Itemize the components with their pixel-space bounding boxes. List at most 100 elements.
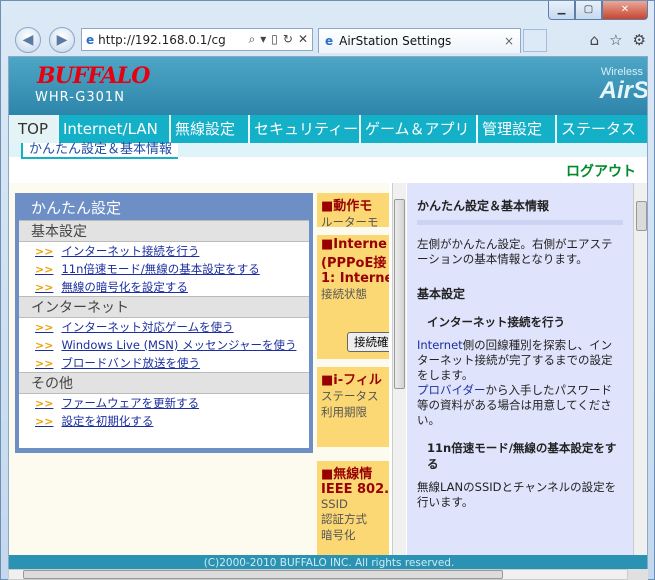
stop-icon[interactable]: ✕ [298, 32, 308, 47]
scroll-thumb[interactable] [636, 201, 647, 231]
ifilter-status: ステータス [321, 389, 379, 403]
status-column: ■動作モ ルーターモ ■Interne (PPPoE接 1: Interne 接… [317, 193, 389, 453]
link-game[interactable]: >> インターネット対応ゲームを使う [19, 318, 309, 336]
wireless-title: ■無線情 [321, 467, 373, 482]
section-internet: インターネット [19, 296, 309, 318]
refresh-icon[interactable]: ↻ [283, 32, 293, 47]
auth-label: 認証方式 [321, 512, 367, 526]
link-label: インターネット対応ゲームを使う [61, 320, 234, 334]
main-menu: TOP Internet/LAN 無線設定 セキュリティー ゲーム＆アプリ 管理… [9, 115, 647, 143]
ie-icon: e [86, 32, 95, 47]
menu-status[interactable]: ステータス [557, 115, 647, 143]
tab-title: AirStation Settings [339, 34, 452, 48]
ifilter-expiry: 利用期限 [321, 405, 367, 419]
link-firmware[interactable]: >> ファームウェアを更新する [19, 394, 309, 412]
minimize-button[interactable]: ▁ [548, 1, 575, 20]
favorites-icon[interactable]: ☆ [609, 31, 622, 49]
address-bar[interactable]: e http://192.168.0.1/cg ⌕ ▾ ▯ ↻ ✕ [81, 28, 313, 51]
link-label: インターネット接続を行う [61, 244, 200, 258]
submenu-easy-setup[interactable]: かんたん設定＆基本情報 [21, 143, 179, 159]
link-11n-mode[interactable]: >> 11n倍速モード/無線の基本設定をする [19, 260, 309, 278]
link-label: ファームウェアを更新する [61, 396, 200, 410]
info-intro: 左側がかんたん設定。右側がエアステーションの基本情報となります。 [417, 237, 613, 266]
menu-security[interactable]: セキュリティー [250, 115, 361, 143]
left-scrollbar[interactable] [392, 183, 406, 555]
page-viewport: BUFFALO WHR-G301N Wireless AirS TOP Inte… [8, 56, 648, 570]
scroll-corner [628, 569, 648, 580]
link-messenger[interactable]: >> Windows Live (MSN) メッセンジャーを使う [19, 336, 309, 354]
info-heading-11n: 11n倍速モード/無線の基本設定をする [427, 441, 617, 471]
arrow-icon: >> [35, 280, 54, 294]
wireless-standard: IEEE 802. [321, 482, 389, 497]
logout-link[interactable]: ログアウト [566, 161, 636, 181]
mode-block: ■動作モ ルーターモ [317, 193, 389, 227]
forward-icon[interactable]: ▶ [49, 27, 75, 53]
new-tab-button[interactable] [523, 29, 547, 52]
mode-title: ■動作モ [321, 199, 373, 214]
link-label: 設定を初期化する [61, 414, 154, 428]
home-icon[interactable]: ⌂ [590, 31, 600, 49]
horizontal-scrollbar[interactable] [8, 569, 628, 580]
encryption-label: 暗号化 [321, 528, 356, 542]
address-text: http://192.168.0.1/cg [98, 32, 226, 47]
ifilter-title: ■i-フィル [321, 373, 382, 388]
link-broadband[interactable]: >> ブロードバンド放送を使う [19, 354, 309, 372]
ie-icon: e [325, 34, 334, 48]
info-basic-heading: 基本設定 [417, 287, 466, 301]
internet-status-label: 接続状態 [321, 287, 367, 301]
easy-setup-list: 基本設定 >> インターネット接続を行う >> 11n倍速モード/無線の基本設定をす… [19, 220, 309, 448]
link-label: 無線の暗号化を設定する [61, 280, 188, 294]
close-tab-icon[interactable]: × [504, 34, 514, 48]
window-controls: ▁ ▢ ✕ [548, 1, 648, 20]
arrow-icon: >> [35, 262, 54, 276]
internet-conn: 1: Interne [321, 271, 389, 286]
info-para-internet: Internet側の回線種別を探索し、インターネット接続が完了するまでの設定をし… [417, 338, 623, 428]
buffalo-logo: BUFFALO [37, 63, 150, 89]
arrow-icon: >> [35, 244, 54, 258]
internet-title: ■Interne [321, 237, 387, 252]
close-window-button[interactable]: ✕ [602, 1, 648, 20]
internet-type: (PPPoE接 [321, 256, 387, 271]
easy-setup-title: かんたん設定 [31, 199, 122, 217]
browser-window: ▁ ▢ ✕ ◀ ▶ e http://192.168.0.1/cg ⌕ ▾ ▯ … [0, 0, 655, 580]
internet-link[interactable]: Internet [417, 338, 463, 352]
connect-check-button[interactable]: 接続確 [347, 332, 389, 352]
link-reset[interactable]: >> 設定を初期化する [19, 412, 309, 430]
menu-top[interactable]: TOP [9, 115, 59, 143]
wireless-block: ■無線情 IEEE 802. SSID 認証方式 暗号化 [317, 461, 389, 555]
browser-tab[interactable]: e AirStation Settings × [318, 28, 521, 53]
address-tools: ⌕ ▾ ▯ ↻ ✕ [249, 32, 313, 47]
dropdown-icon[interactable]: ▾ [260, 32, 266, 47]
compat-icon[interactable]: ▯ [271, 32, 278, 47]
airstation-logo: AirS [599, 77, 648, 104]
menu-game-app[interactable]: ゲーム＆アプリ [361, 115, 478, 143]
submenu-bar: かんたん設定＆基本情報 [9, 143, 647, 159]
link-label: ブロードバンド放送を使う [61, 356, 201, 370]
wireless-column: ■無線情 IEEE 802. SSID 認証方式 暗号化 [317, 461, 389, 555]
right-scrollbar[interactable] [633, 183, 647, 555]
scroll-thumb[interactable] [23, 570, 503, 579]
arrow-icon: >> [35, 320, 54, 334]
ifilter-block: ■i-フィル ステータス 利用期限 [317, 367, 389, 447]
easy-setup-box: かんたん設定 基本設定 >> インターネット接続を行う >> 11n倍速モード/無線… [15, 193, 313, 453]
menu-admin[interactable]: 管理設定 [478, 115, 557, 143]
maximize-button[interactable]: ▢ [575, 1, 602, 20]
menu-wireless[interactable]: 無線設定 [171, 115, 250, 143]
back-icon[interactable]: ◀ [15, 27, 41, 53]
scroll-thumb[interactable] [394, 199, 405, 389]
section-other: その他 [19, 372, 309, 394]
info-pane: かんたん設定＆基本情報 左側がかんたん設定。右側がエアステーションの基本情報とな… [407, 183, 633, 555]
provider-link[interactable]: プロバイダー [417, 383, 486, 397]
link-internet-connect[interactable]: >> インターネット接続を行う [19, 242, 309, 260]
search-icon[interactable]: ⌕ [249, 32, 256, 47]
menu-internet-lan[interactable]: Internet/LAN [59, 115, 171, 143]
section-basic: 基本設定 [19, 220, 309, 242]
link-encryption[interactable]: >> 無線の暗号化を設定する [19, 278, 309, 296]
arrow-icon: >> [35, 396, 54, 410]
gear-icon[interactable]: ⚙ [633, 31, 646, 49]
info-title: かんたん設定＆基本情報 [417, 199, 550, 213]
link-label: Windows Live (MSN) メッセンジャーを使う [61, 338, 297, 352]
link-label: 11n倍速モード/無線の基本設定をする [61, 262, 260, 276]
model-name: WHR-G301N [35, 90, 125, 105]
internet-block: ■Interne (PPPoE接 1: Interne 接続状態 接続確 [317, 235, 389, 359]
